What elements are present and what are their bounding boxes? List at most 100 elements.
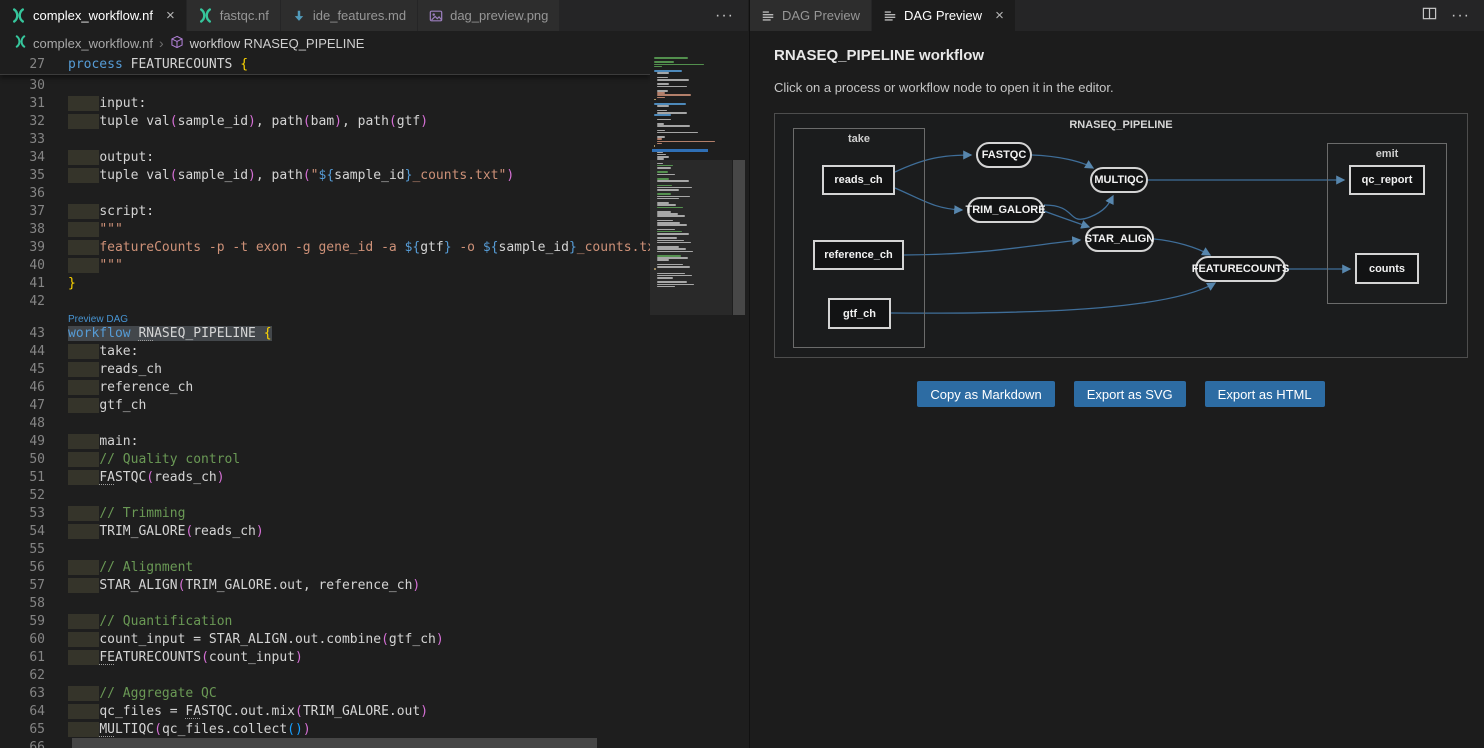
code-line-32[interactable]: 32 tuple val(sample_id), path(bam), path…: [0, 113, 650, 131]
code-line-48[interactable]: 48: [0, 415, 650, 433]
codelens-row: Preview DAG: [0, 311, 650, 325]
dag-node-reads_ch[interactable]: reads_ch: [822, 165, 895, 195]
code-line-47[interactable]: 47 gtf_ch: [0, 397, 650, 415]
dag-node-star_align[interactable]: STAR_ALIGN: [1085, 226, 1154, 252]
line-number: 48: [0, 415, 45, 433]
dag-node-qc_report[interactable]: qc_report: [1349, 165, 1425, 195]
breadcrumb-file[interactable]: complex_workflow.nf: [33, 36, 153, 51]
code-token: input:: [99, 96, 146, 111]
split-editor-icon[interactable]: [1422, 6, 1437, 26]
dag-edge-gtf_ch-to-FEATURECOUNTS: [891, 283, 1215, 313]
code-line-56[interactable]: 56 // Alignment: [0, 559, 650, 577]
horizontal-scrollbar-thumb[interactable]: [72, 738, 597, 748]
code-line-51[interactable]: 51 FASTQC(reads_ch): [0, 469, 650, 487]
code-line-44[interactable]: 44 take:: [0, 343, 650, 361]
code-line-42[interactable]: 42: [0, 293, 650, 311]
more-actions-icon[interactable]: ···: [715, 7, 734, 25]
code-token: -o: [452, 240, 483, 255]
code-line-33[interactable]: 33: [0, 131, 650, 149]
dag-node-reference_ch[interactable]: reference_ch: [813, 240, 904, 270]
dag-node-featurecounts[interactable]: FEATURECOUNTS: [1195, 256, 1286, 282]
code-line-30[interactable]: 30: [0, 77, 650, 95]
code-editor[interactable]: 27process FEATURECOUNTS { 3031 input:32 t…: [0, 55, 748, 748]
dag-edge-FASTQC-to-MULTIQC: [1032, 155, 1093, 168]
code-line-65[interactable]: 65 MULTIQC(qc_files.collect()): [0, 721, 650, 739]
code-line-57[interactable]: 57 STAR_ALIGN(TRIM_GALORE.out, reference…: [0, 577, 650, 595]
code-line-35[interactable]: 35 tuple val(sample_id), path("${sample_…: [0, 167, 650, 185]
sticky-code-line-27[interactable]: 27process FEATURECOUNTS {: [0, 55, 650, 75]
code-token: [68, 240, 99, 255]
tab-fastqc-nf[interactable]: fastqc.nf: [187, 0, 281, 31]
tab-dag-preview-png[interactable]: dag_preview.png: [418, 0, 560, 31]
code-line-45[interactable]: 45 reads_ch: [0, 361, 650, 379]
code-line-40[interactable]: 40 """: [0, 257, 650, 275]
tab-complex-workflow-nf[interactable]: complex_workflow.nf ×: [0, 0, 187, 31]
code-token: FA: [185, 704, 201, 719]
horizontal-scrollbar[interactable]: [0, 738, 650, 748]
code-line-59[interactable]: 59 // Quantification: [0, 613, 650, 631]
code-token: ${: [483, 240, 499, 255]
line-number: 55: [0, 541, 45, 559]
vertical-scrollbar[interactable]: [732, 55, 746, 748]
vertical-scrollbar-thumb[interactable]: [733, 160, 745, 315]
code-line-62[interactable]: 62: [0, 667, 650, 685]
dag-node-fastqc[interactable]: FASTQC: [976, 142, 1032, 168]
dag-node-trim_galore[interactable]: TRIM_GALORE: [967, 197, 1044, 223]
line-number: 52: [0, 487, 45, 505]
code-line-63[interactable]: 63 // Aggregate QC: [0, 685, 650, 703]
tab-ide-features-md[interactable]: ide_features.md: [281, 0, 418, 31]
more-actions-icon[interactable]: ···: [1451, 7, 1470, 25]
code-line-55[interactable]: 55: [0, 541, 650, 559]
dag-group-label: take: [794, 133, 924, 145]
close-icon[interactable]: ×: [166, 8, 175, 23]
dag-node-multiqc[interactable]: MULTIQC: [1090, 167, 1148, 193]
code-token: TRIM_GALORE: [99, 524, 185, 539]
code-line-36[interactable]: 36: [0, 185, 650, 203]
code-line-text: // Alignment: [68, 559, 193, 577]
code-line-52[interactable]: 52: [0, 487, 650, 505]
code-token: _counts.txt": [412, 168, 506, 183]
code-token: count_input = STAR_ALIGN.out.combine: [99, 632, 381, 647]
code-line-53[interactable]: 53 // Trimming: [0, 505, 650, 523]
code-area[interactable]: 27process FEATURECOUNTS { 3031 input:32 t…: [0, 55, 650, 748]
button-export-as-svg[interactable]: Export as SVG: [1074, 381, 1186, 407]
code-line-31[interactable]: 31 input:: [0, 95, 650, 113]
code-token: """: [99, 258, 122, 273]
code-line-39[interactable]: 39 featureCounts -p -t exon -g gene_id -…: [0, 239, 650, 257]
code-line-58[interactable]: 58: [0, 595, 650, 613]
code-line-64[interactable]: 64 qc_files = FASTQC.out.mix(TRIM_GALORE…: [0, 703, 650, 721]
button-export-as-html[interactable]: Export as HTML: [1205, 381, 1325, 407]
line-number: 37: [0, 203, 45, 221]
code-token: main:: [99, 434, 138, 449]
code-line-37[interactable]: 37 script:: [0, 203, 650, 221]
code-line-46[interactable]: 46 reference_ch: [0, 379, 650, 397]
dag-node-gtf_ch[interactable]: gtf_ch: [828, 298, 891, 329]
codelens-preview-dag[interactable]: Preview DAG: [68, 314, 128, 325]
breadcrumb-symbol[interactable]: workflow RNASEQ_PIPELINE: [190, 36, 365, 51]
tab-dag-preview[interactable]: DAG Preview: [750, 0, 872, 31]
code-line-54[interactable]: 54 TRIM_GALORE(reads_ch): [0, 523, 650, 541]
code-line-43[interactable]: 43workflow RNASEQ_PIPELINE {: [0, 325, 650, 343]
code-line-41[interactable]: 41}: [0, 275, 650, 293]
preview-icon: [883, 9, 897, 23]
code-token: qc_files =: [99, 704, 185, 719]
dag-node-counts[interactable]: counts: [1355, 253, 1419, 284]
minimap[interactable]: [650, 55, 732, 748]
line-number: 56: [0, 559, 45, 577]
code-line-49[interactable]: 49 main:: [0, 433, 650, 451]
button-copy-as-markdown[interactable]: Copy as Markdown: [917, 381, 1054, 407]
code-token: (): [287, 722, 303, 737]
code-line-50[interactable]: 50 // Quality control: [0, 451, 650, 469]
code-token: gtf: [420, 240, 443, 255]
tab-dag-preview[interactable]: DAG Preview×: [872, 0, 1016, 31]
code-line-34[interactable]: 34 output:: [0, 149, 650, 167]
code-token: [68, 150, 99, 165]
tab-label: complex_workflow.nf: [33, 8, 153, 23]
code-line-61[interactable]: 61 FEATURECOUNTS(count_input): [0, 649, 650, 667]
close-icon[interactable]: ×: [995, 8, 1004, 23]
code-line-60[interactable]: 60 count_input = STAR_ALIGN.out.combine(…: [0, 631, 650, 649]
line-number: 34: [0, 149, 45, 167]
code-token: [68, 578, 99, 593]
code-line-38[interactable]: 38 """: [0, 221, 650, 239]
code-token: // Quality control: [99, 452, 240, 467]
